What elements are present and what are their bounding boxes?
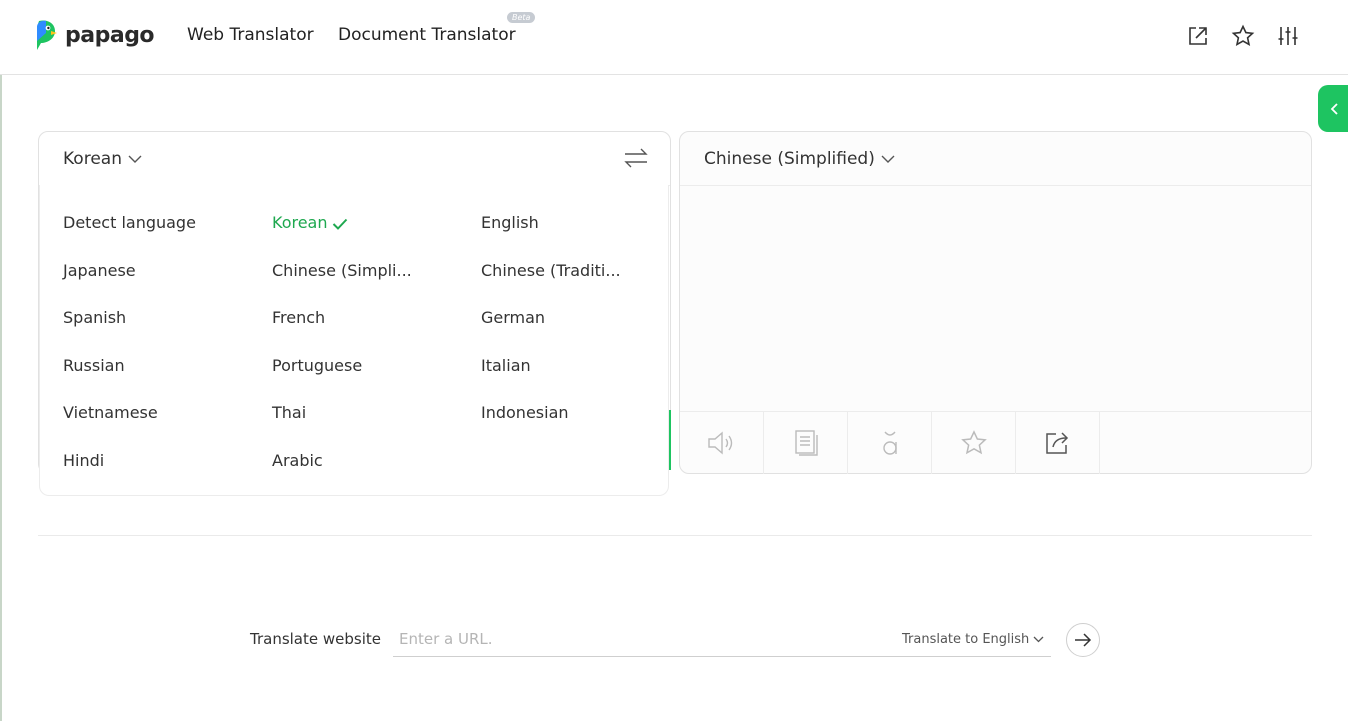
speaker-icon: [707, 431, 732, 455]
language-option-thai[interactable]: Thai: [272, 403, 306, 422]
source-panel-header: Korean: [39, 132, 670, 186]
share-button[interactable]: [1016, 412, 1100, 474]
top-header: papago Web Translator Document Translato…: [0, 0, 1348, 75]
language-option-chinese-traditional[interactable]: Chinese (Traditi...: [481, 261, 621, 280]
website-target-language-label: Translate to English: [902, 632, 1030, 647]
language-option-italian[interactable]: Italian: [481, 356, 531, 375]
copy-icon: [794, 430, 818, 456]
pronunciation-button[interactable]: [848, 412, 932, 474]
translate-website-button[interactable]: [1066, 623, 1100, 657]
language-option-spanish[interactable]: Spanish: [63, 308, 126, 327]
language-option-german[interactable]: German: [481, 308, 545, 327]
papago-bird-icon: [37, 20, 57, 50]
copy-button[interactable]: [764, 412, 848, 474]
chevron-left-icon: [1330, 102, 1338, 115]
nav-web-translator[interactable]: Web Translator: [187, 25, 314, 45]
translate-website-label: Translate website: [250, 630, 381, 648]
target-language-label: Chinese (Simplified): [704, 149, 875, 169]
pronunciation-icon: [882, 431, 897, 455]
nav-document-translator[interactable]: Document Translator: [338, 25, 516, 45]
left-border: [0, 0, 2, 721]
language-option-label: Korean: [272, 213, 328, 232]
language-option-detect[interactable]: Detect language: [63, 213, 196, 232]
language-option-vietnamese[interactable]: Vietnamese: [63, 403, 158, 422]
settings-sliders-icon[interactable]: [1275, 23, 1301, 49]
target-toolbar: [680, 411, 1311, 474]
target-panel-header: Chinese (Simplified): [680, 132, 1311, 186]
language-option-indonesian[interactable]: Indonesian: [481, 403, 569, 422]
papago-logo[interactable]: papago: [33, 19, 155, 51]
website-target-language-select[interactable]: Translate to English: [902, 632, 1044, 647]
star-icon: [960, 430, 987, 455]
favorite-button[interactable]: [932, 412, 1016, 474]
chevron-down-icon: [128, 155, 142, 163]
open-new-window-icon[interactable]: [1185, 23, 1211, 49]
target-language-select[interactable]: Chinese (Simplified): [704, 149, 895, 169]
source-language-select[interactable]: Korean: [63, 149, 142, 169]
logo-text: papago: [65, 22, 155, 48]
chevron-down-icon: [1033, 636, 1044, 643]
language-option-japanese[interactable]: Japanese: [63, 261, 136, 280]
target-panel: Chinese (Simplified): [679, 131, 1312, 474]
star-icon[interactable]: [1230, 23, 1256, 49]
checkmark-icon: [332, 218, 347, 230]
arrow-right-icon: [1075, 633, 1092, 647]
language-option-arabic[interactable]: Arabic: [272, 451, 323, 470]
language-option-korean[interactable]: Korean: [272, 213, 348, 232]
source-language-dropdown: Detect language Korean English Japanese …: [39, 185, 669, 496]
language-option-russian[interactable]: Russian: [63, 356, 125, 375]
listen-button[interactable]: [680, 412, 764, 474]
language-option-french[interactable]: French: [272, 308, 325, 327]
section-divider: [38, 535, 1312, 536]
share-icon: [1045, 432, 1068, 454]
swap-arrows-icon: [624, 148, 648, 168]
side-panel-toggle[interactable]: [1318, 85, 1348, 132]
language-option-portuguese[interactable]: Portuguese: [272, 356, 362, 375]
language-option-chinese-simplified[interactable]: Chinese (Simpli...: [272, 261, 412, 280]
language-option-english[interactable]: English: [481, 213, 539, 232]
beta-badge: Beta: [507, 12, 536, 23]
language-option-hindi[interactable]: Hindi: [63, 451, 104, 470]
swap-languages-button[interactable]: [622, 146, 650, 170]
chevron-down-icon: [881, 155, 895, 163]
source-language-label: Korean: [63, 149, 122, 169]
